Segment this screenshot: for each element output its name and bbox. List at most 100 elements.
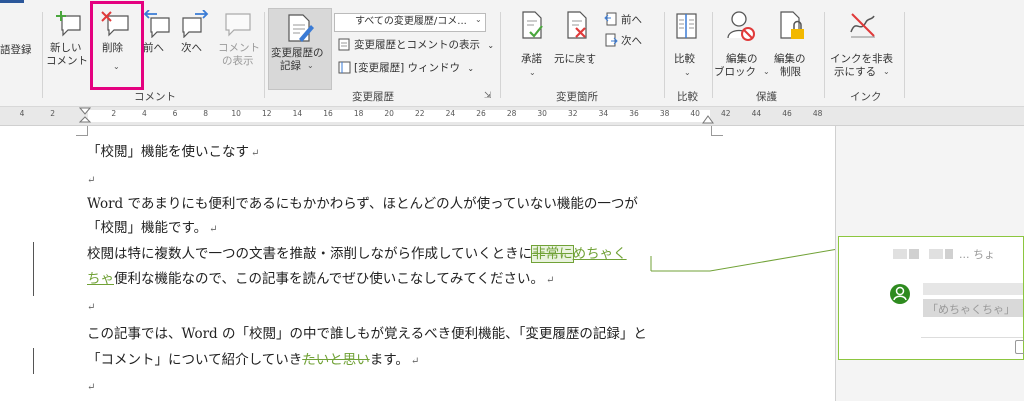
line9-end-text: ます。: [369, 352, 409, 368]
compare-label: 比較: [674, 53, 695, 65]
doc-line: Word であまりにも便利であるにもかかわらず、ほとんどの人が使っていない機能の…: [87, 196, 638, 212]
ruler-tick: 38: [659, 109, 670, 118]
redacted-author: [923, 283, 1023, 295]
paragraph-mark: ↵: [87, 175, 96, 186]
separator: [42, 12, 43, 98]
ruler-tick: 44: [751, 109, 762, 118]
next-change-button[interactable]: 次へ: [604, 33, 642, 48]
ruler-tick: 20: [384, 109, 394, 118]
separator: [264, 12, 265, 98]
compare-chevron-icon[interactable]: ⌄: [684, 68, 691, 77]
doc-line-title: 「校閲」機能を使いこなす ↵: [87, 142, 259, 164]
show-markup-label: 変更履歴とコメントの表示: [354, 39, 480, 51]
hide-ink-chevron-icon[interactable]: ⌄: [883, 67, 890, 76]
ruler-tick: 4: [19, 109, 25, 118]
compare-button[interactable]: 比較 ⌄: [670, 10, 704, 85]
track-changes-button[interactable]: 変更履歴の 記録 ⌄: [268, 8, 332, 90]
word-register-label[interactable]: 語登録: [0, 44, 32, 57]
new-comment-label-1: 新しい: [50, 42, 82, 54]
redacted-block: [929, 249, 943, 259]
reject-button[interactable]: 元に戻す ⌄: [553, 10, 601, 85]
reply-icon[interactable]: [1015, 340, 1024, 354]
separator: [664, 12, 665, 98]
inserted-text[interactable]: ちゃ: [87, 271, 114, 287]
ruler-tick: 46: [782, 109, 792, 118]
avatar-icon: [890, 284, 910, 304]
ruler-tick: 14: [292, 109, 303, 118]
next-label: 次へ: [181, 42, 202, 54]
ruler-tick: 2: [111, 109, 117, 118]
corner-mark: [711, 126, 712, 135]
ruler-tick: 32: [568, 109, 578, 118]
reject-chevron-icon[interactable]: ⌄: [589, 57, 596, 66]
ruler-tick: 30: [537, 109, 547, 118]
show-markup-button[interactable]: 変更履歴とコメントの表示 ⌄: [338, 38, 494, 53]
accept-icon: [522, 11, 543, 39]
comment-header-text: ... ちょ: [959, 248, 995, 261]
right-indent-marker-icon[interactable]: [702, 115, 714, 125]
document-area[interactable]: 「校閲」機能を使いこなす ↵ ↵ Word であまりにも便利であるにもかかわらず、…: [0, 126, 1024, 401]
next-change-icon: [605, 33, 618, 47]
title-text: 「校閲」機能を使いこなす: [87, 144, 249, 160]
separator: [904, 12, 905, 98]
track-changes-chevron-icon[interactable]: ⌄: [307, 61, 314, 70]
quoted-text-box: 「めちゃくちゃ」: [923, 299, 1023, 317]
prev-change-button[interactable]: 前へ: [604, 12, 642, 27]
ruler-tick: 42: [721, 109, 731, 118]
ribbon: 語登録 新しい コメント 削除 ⌄ 前へ 次へ コメント の表示 コメント 変更…: [0, 0, 1024, 107]
hide-ink-label-1: インクを非表: [830, 53, 893, 65]
block-authors-button[interactable]: 編集の ブロック ⌄: [714, 10, 770, 85]
reviewing-pane-button[interactable]: [変更履歴] ウィンドウ ⌄: [338, 61, 474, 76]
deleted-text[interactable]: 非常に: [531, 245, 574, 263]
line5-text: 校閲は特に複数人で一つの文書を推敲・添削しながら作成していくときに: [87, 246, 533, 262]
prev-change-icon: [604, 12, 617, 26]
ruler-tick: 40: [690, 109, 700, 118]
comment-group-label: コメント: [134, 91, 176, 103]
deleted-text[interactable]: たいと思い: [302, 352, 370, 368]
inserted-text[interactable]: めちゃく: [573, 246, 627, 262]
redacted-block: [893, 249, 907, 259]
accept-chevron-icon[interactable]: ⌄: [529, 68, 536, 77]
hide-ink-button[interactable]: インクを非表 示にする ⌄: [830, 10, 896, 85]
reject-icon: [567, 11, 587, 39]
markup-dropdown[interactable]: すべての変更履歴/コメ... ⌄: [334, 13, 486, 32]
ruler-tick: 34: [598, 109, 609, 118]
indent-marker-icon[interactable]: [79, 107, 91, 125]
ruler-tick: 48: [812, 109, 823, 118]
paragraph-mark: ↵: [251, 148, 260, 159]
block-authors-chevron-icon[interactable]: ⌄: [763, 67, 770, 76]
reviewing-pane-icon: [338, 61, 351, 74]
restrict-editing-button[interactable]: 編集の 制限: [770, 10, 814, 85]
ruler-tick: 28: [506, 109, 517, 118]
prev-comment-button[interactable]: 前へ: [140, 10, 172, 80]
redacted-block: [909, 249, 919, 259]
show-markup-chevron-icon: ⌄: [487, 41, 495, 50]
show-comments-label-1: コメント: [218, 42, 260, 54]
changes-group-label: 変更箇所: [556, 91, 598, 103]
prev-change-label: 前へ: [621, 14, 642, 26]
separator: [824, 12, 825, 98]
horizontal-ruler[interactable]: 4 2 2 4 6 8 10 12 14 16 18 20 22 24 26 28 30 32 34 36 38 40 42…: [0, 107, 1024, 126]
track-changes-icon: [288, 14, 314, 42]
ruler-tick: 36: [629, 109, 639, 118]
show-comments-label-2: の表示: [222, 55, 254, 67]
doc-line-revised: ちゃ便利な機能なので、この記事を読んでぜひ使いこなしてみてください。 ↵: [87, 269, 554, 291]
comment-card[interactable]: ... ちょ 「めちゃくちゃ」: [838, 236, 1024, 360]
highlight-box: [90, 1, 144, 90]
show-comments-button[interactable]: コメント の表示: [216, 10, 260, 80]
doc-line: 「校閲」機能です。 ↵: [87, 218, 218, 240]
corner-mark: [87, 126, 88, 135]
next-comment-button[interactable]: 次へ: [178, 10, 212, 80]
ruler-tick: 6: [172, 109, 178, 118]
doc-line-empty: ↵: [87, 376, 95, 398]
dialog-launcher-icon[interactable]: ⇲: [484, 91, 492, 101]
comment-connector: [650, 248, 839, 272]
active-tab-indicator: [0, 0, 24, 3]
change-bar: [33, 348, 34, 374]
accept-button[interactable]: 承諾 ⌄: [515, 10, 549, 85]
comment-divider: [921, 337, 1023, 338]
tracking-group-label: 変更履歴: [352, 91, 394, 103]
new-comment-button[interactable]: 新しい コメント: [46, 10, 88, 80]
block-authors-icon: [727, 11, 755, 41]
paragraph-mark: ↵: [545, 275, 555, 286]
